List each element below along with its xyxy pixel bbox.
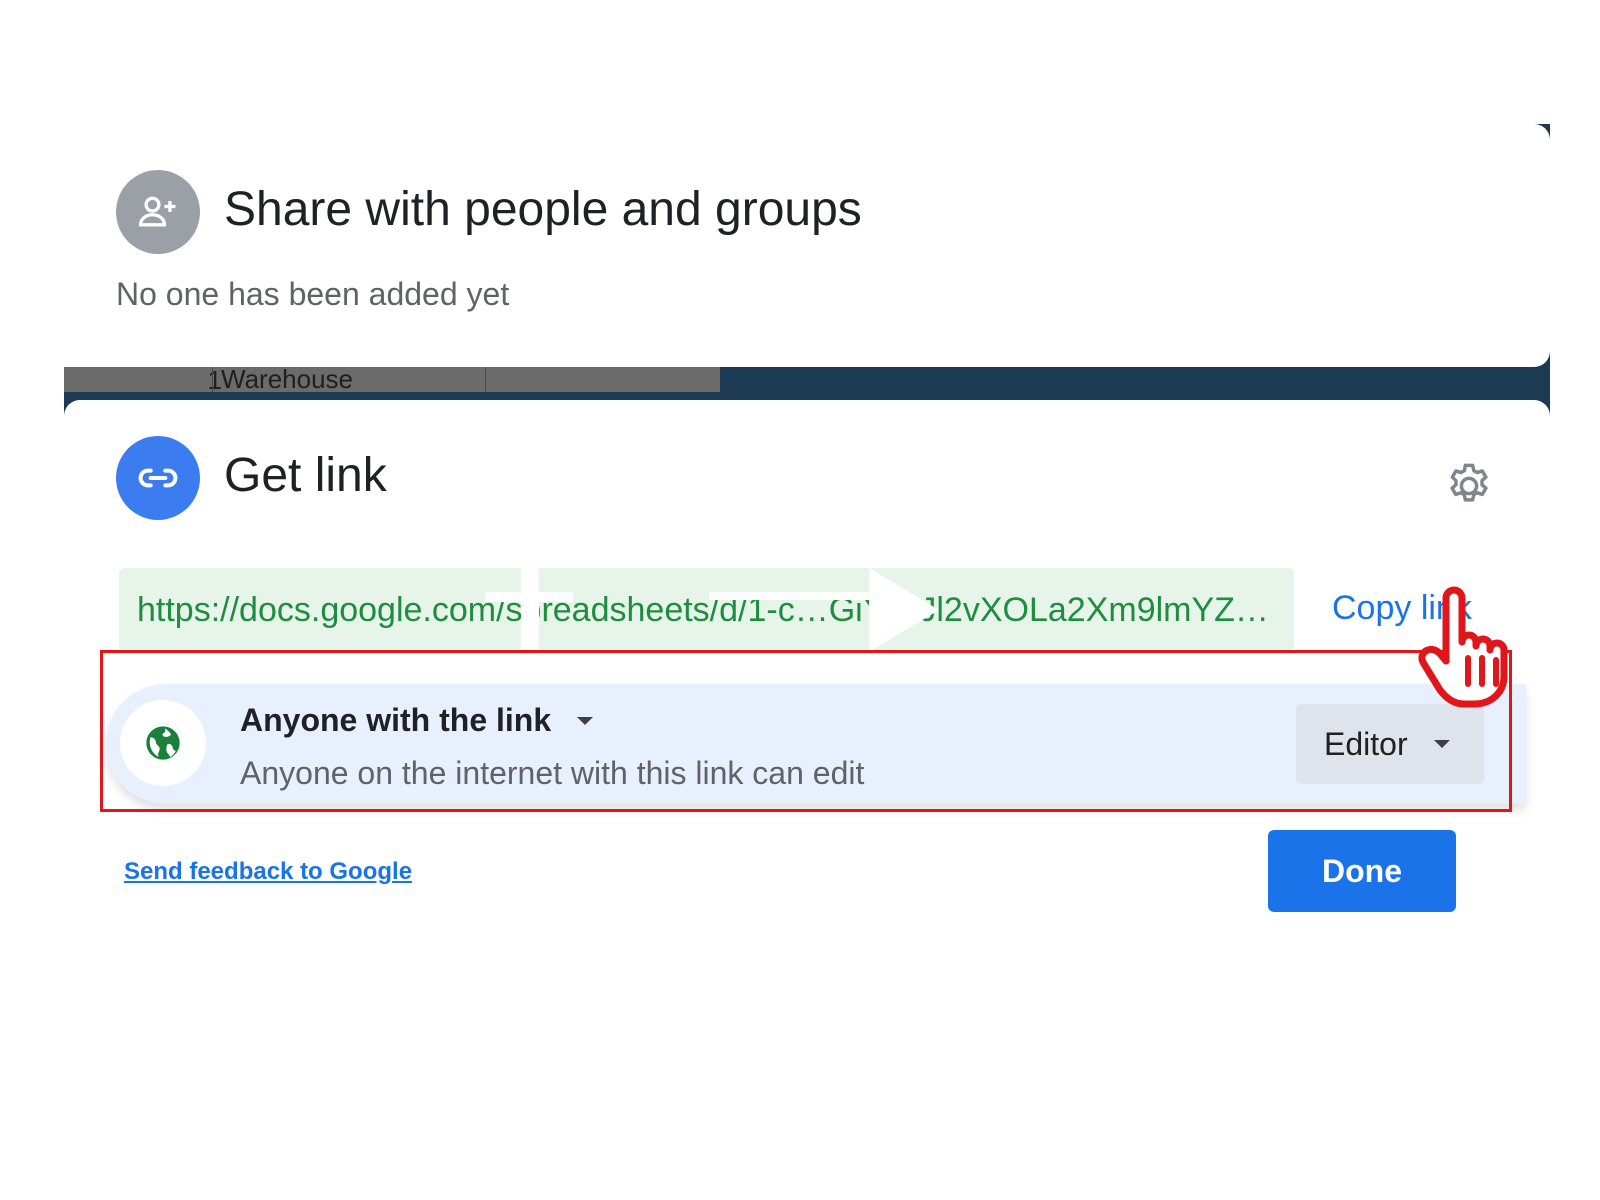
- share-url-text: https://docs.google.com/spreadsheets/d/1…: [137, 591, 1269, 629]
- share-subtitle: No one has been added yet: [116, 276, 510, 312]
- done-button[interactable]: Done: [1268, 830, 1456, 912]
- send-feedback-link[interactable]: Send feedback to Google: [124, 858, 412, 886]
- link-icon: [116, 436, 200, 520]
- play-icon: [869, 568, 939, 652]
- share-title: Share with people and groups: [224, 183, 862, 236]
- cell-a1: Warehouse: [212, 364, 486, 394]
- hand-pointer-icon: [1416, 580, 1516, 710]
- highlight-annotation-box: [100, 650, 1512, 812]
- share-people-card: Share with people and groups No one has …: [64, 124, 1550, 367]
- overlay-line: [709, 592, 879, 600]
- gear-icon[interactable]: [1443, 460, 1495, 512]
- overlay-plus-vertical: [521, 568, 539, 652]
- share-url-field[interactable]: https://docs.google.com/spreadsheets/d/1…: [119, 568, 1294, 652]
- spreadsheet-row-strip: 1 Warehouse: [64, 364, 720, 394]
- add-person-icon: [116, 170, 200, 254]
- overlay-plus-horizontal: [485, 592, 573, 602]
- get-link-title: Get link: [224, 449, 387, 502]
